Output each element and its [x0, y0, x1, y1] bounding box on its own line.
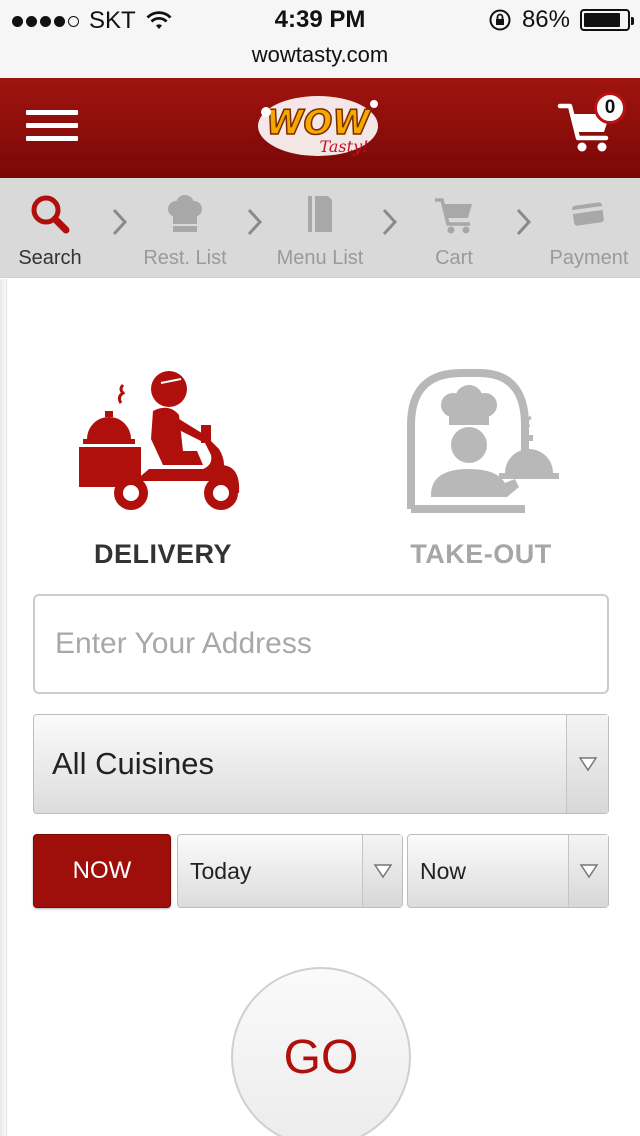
- cuisine-select[interactable]: All Cuisines: [33, 714, 609, 814]
- url-bar[interactable]: wowtasty.com: [0, 40, 640, 78]
- step-label: Cart: [435, 247, 473, 269]
- step-label: Search: [18, 247, 82, 269]
- now-button-label: NOW: [72, 857, 132, 884]
- battery-icon: [580, 9, 634, 31]
- chef-serving-icon: [407, 369, 559, 513]
- takeout-option[interactable]: TAKE-OUT: [361, 369, 601, 589]
- day-select[interactable]: Today: [177, 834, 403, 908]
- delivery-option[interactable]: DELIVERY: [43, 369, 283, 589]
- header-cart-button[interactable]: 0: [556, 90, 632, 160]
- app-header: WOW Tasty! 0: [0, 78, 640, 178]
- step-search[interactable]: Search: [0, 188, 110, 272]
- time-selected: Now: [420, 857, 467, 884]
- search-icon: [31, 195, 70, 234]
- url-text: wowtasty.com: [251, 42, 389, 67]
- go-button-label: GO: [283, 1030, 359, 1084]
- wow-tasty-logo[interactable]: WOW Tasty!: [246, 86, 396, 170]
- day-selected: Today: [190, 857, 252, 884]
- delivery-label: DELIVERY: [93, 539, 233, 569]
- step-payment[interactable]: Payment: [529, 188, 640, 272]
- status-right: 86%: [488, 6, 634, 34]
- menu-book-icon: [308, 196, 332, 232]
- hamburger-icon[interactable]: [26, 110, 78, 142]
- search-panel: DELIVERY TAKE-OUT All Cuisines NOW Today: [6, 279, 640, 1136]
- delivery-scooter-icon: [79, 371, 240, 510]
- cuisine-selected: All Cuisines: [52, 746, 214, 781]
- chevron-down-icon: [568, 835, 608, 907]
- battery-percent: 86%: [521, 6, 570, 33]
- cart-count-badge: 0: [594, 92, 626, 124]
- svg-text:Tasty!: Tasty!: [319, 137, 368, 156]
- takeout-label: TAKE-OUT: [410, 539, 552, 569]
- address-input[interactable]: [33, 594, 609, 694]
- chef-hat-icon: [168, 195, 202, 232]
- time-select[interactable]: Now: [407, 834, 609, 908]
- go-button[interactable]: GO: [231, 967, 411, 1136]
- checkout-steps: Search Rest. List Menu List Cart Payment: [0, 178, 640, 278]
- step-menu-list[interactable]: Menu List: [260, 188, 380, 272]
- cart-icon: [435, 198, 472, 234]
- step-label: Rest. List: [143, 247, 227, 269]
- now-button[interactable]: NOW: [33, 834, 171, 908]
- step-label: Payment: [549, 247, 629, 269]
- step-rest-list[interactable]: Rest. List: [125, 188, 245, 272]
- chevron-down-icon: [362, 835, 402, 907]
- status-bar: SKT 4:39 PM 86%: [0, 0, 640, 40]
- credit-card-icon: [572, 202, 604, 226]
- rotation-lock-icon: [489, 9, 511, 31]
- chevron-down-icon: [566, 715, 608, 813]
- step-cart[interactable]: Cart: [394, 188, 514, 272]
- step-label: Menu List: [276, 247, 364, 269]
